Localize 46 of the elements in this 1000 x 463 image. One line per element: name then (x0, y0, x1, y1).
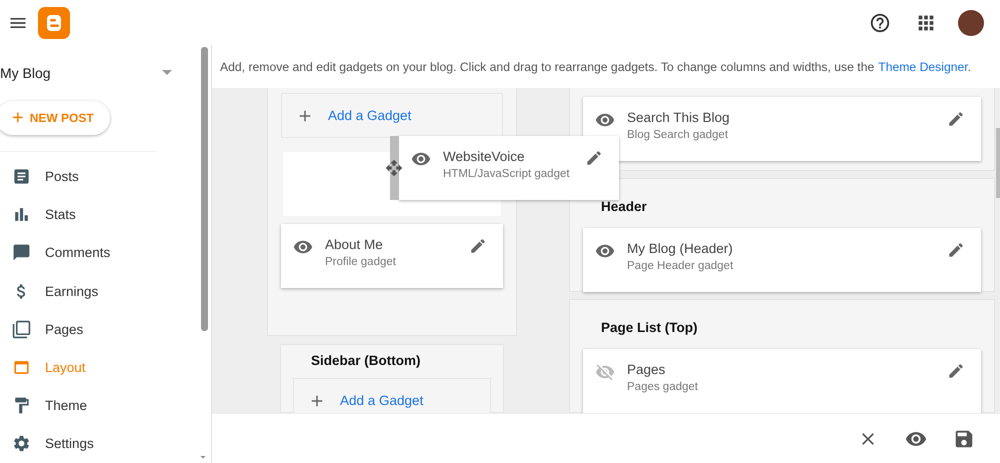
gadget-card[interactable]: My Blog (Header) Page Header gadget (583, 228, 981, 292)
section-title: Sidebar (Bottom) (310, 352, 422, 370)
scrollbar-thumb[interactable] (996, 128, 1000, 198)
nav-icon (12, 396, 31, 416)
scrollbar-thumb[interactable] (201, 47, 208, 331)
gadget-card[interactable]: WebsiteVoice HTML/JavaScript gadget (399, 136, 619, 200)
edit-icon[interactable] (947, 240, 965, 259)
nav-icon (12, 434, 31, 454)
edit-icon[interactable] (585, 149, 603, 167)
nav-icon (12, 167, 31, 186)
gadget-type: HTML/JavaScript gadget (443, 168, 571, 180)
gadget-type: Page Header gadget (627, 260, 734, 272)
gadget-name: Pages (627, 362, 666, 377)
sidebar-item[interactable]: Theme (0, 386, 200, 425)
theme-designer-link[interactable]: Theme Designer (878, 60, 968, 74)
add-gadget-button[interactable]: Add a Gadget (281, 93, 503, 138)
gadget-card[interactable]: Pages Pages gadget (583, 348, 981, 413)
gadget-name: About Me (325, 237, 384, 252)
sidebar-item[interactable]: Stats (0, 196, 200, 234)
gadget-name: WebsiteVoice (443, 149, 526, 164)
sidebar-item[interactable]: Posts (0, 158, 200, 196)
edit-icon[interactable] (947, 362, 965, 380)
nav-icon (12, 320, 31, 339)
section-title: Page List (Top) (600, 318, 698, 337)
gadget-type: Pages gadget (627, 380, 699, 393)
sidebar-item[interactable]: Earnings (0, 272, 200, 310)
dropdown-icon (162, 70, 172, 76)
add-gadget-button[interactable]: Add a Gadget (293, 378, 491, 413)
edit-icon[interactable] (947, 110, 965, 128)
section-title: Header (600, 198, 648, 216)
info-text: Add, remove and edit gadgets on your blog. Click and drag to rearrange gadgets. To change columns and widths, use the Theme Designer. (220, 60, 972, 74)
sidebar-item[interactable]: Pages (0, 310, 200, 348)
gadget-card[interactable]: About Me Profile gadget (281, 224, 503, 288)
move-icon (385, 159, 403, 177)
sidebar-item[interactable]: Settings (0, 424, 200, 463)
avatar[interactable] (958, 10, 984, 36)
gadget-type: Profile gadget (325, 256, 397, 268)
gadget-name: Search This Blog (627, 110, 731, 125)
blog-selector[interactable]: My Blog (0, 45, 200, 101)
logo-icon[interactable] (38, 6, 70, 38)
sidebar-item[interactable]: Comments (0, 234, 200, 272)
nav-icon (12, 243, 31, 262)
gadget-name: My Blog (Header) (627, 240, 734, 256)
gadget-card[interactable]: Search This Blog Blog Search gadget (583, 97, 981, 161)
edit-icon[interactable] (469, 237, 487, 255)
gadget-type: Blog Search gadget (627, 129, 730, 141)
